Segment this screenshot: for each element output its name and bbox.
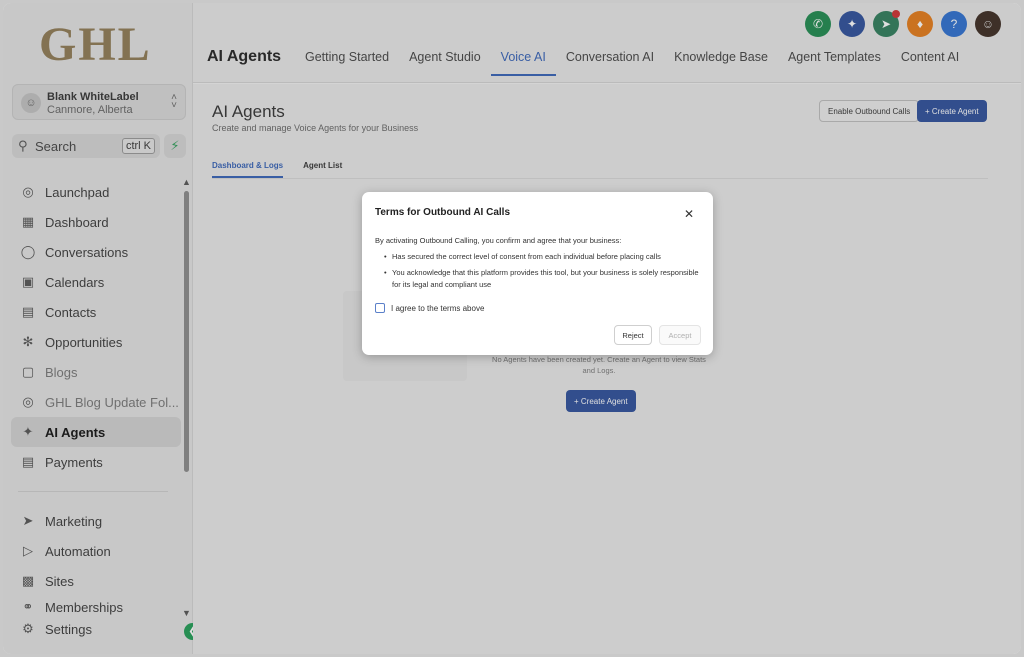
terms-item: Has secured the correct level of consent… bbox=[384, 251, 702, 263]
agree-row[interactable]: I agree to the terms above bbox=[375, 303, 484, 313]
close-icon[interactable]: ✕ bbox=[684, 207, 694, 221]
reject-button[interactable]: Reject bbox=[614, 325, 652, 345]
terms-item: You acknowledge that this platform provi… bbox=[384, 267, 702, 291]
modal-intro: By activating Outbound Calling, you conf… bbox=[375, 236, 622, 245]
agree-label[interactable]: I agree to the terms above bbox=[391, 304, 484, 313]
app-frame: GHL ☺ Blank WhiteLabel Canmore, Alberta … bbox=[3, 3, 1021, 654]
agree-checkbox[interactable] bbox=[375, 303, 385, 313]
modal-title: Terms for Outbound AI Calls bbox=[375, 207, 511, 218]
terms-list: Has secured the correct level of consent… bbox=[384, 251, 702, 295]
accept-button[interactable]: Accept bbox=[659, 325, 701, 345]
terms-modal: Terms for Outbound AI Calls ✕ By activat… bbox=[362, 192, 713, 355]
